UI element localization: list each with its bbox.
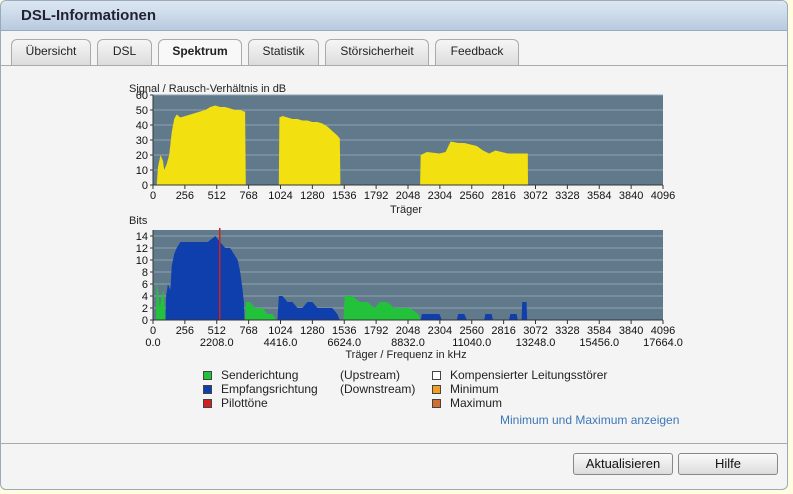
help-button[interactable]: Hilfe bbox=[678, 453, 778, 475]
legend-downstream-note: (Downstream) bbox=[340, 382, 416, 396]
frequency-tick-label: 15456.0 bbox=[579, 337, 619, 349]
bits-y-tick-label: 10 bbox=[136, 255, 148, 267]
legend-upstream-note: (Upstream) bbox=[340, 368, 401, 382]
snr-x-tick-label: 768 bbox=[239, 190, 257, 202]
tab-spectrum[interactable]: Spektrum bbox=[158, 39, 242, 66]
snr-y-tick-label: 0 bbox=[142, 180, 148, 192]
bits-x-tick-label: 4096 bbox=[651, 325, 675, 337]
bits-x-tick-label: 256 bbox=[176, 325, 194, 337]
snr-y-tick-label: 50 bbox=[136, 105, 148, 117]
legend-swatch-compensated bbox=[432, 371, 441, 380]
legend-swatch-downstream bbox=[203, 385, 212, 394]
snr-x-tick-label: 3072 bbox=[523, 190, 547, 202]
frequency-tick-label: 2208.0 bbox=[200, 337, 234, 349]
snr-y-tick-label: 60 bbox=[136, 90, 148, 102]
legend-downstream-label: Empfangsrichtung bbox=[221, 382, 318, 396]
bits-x-tick-label: 2304 bbox=[428, 325, 452, 337]
show-min-max-link[interactable]: Minimum und Maximum anzeigen bbox=[500, 413, 679, 427]
bits-x-tick-label: 1280 bbox=[300, 325, 324, 337]
snr-y-tick-label: 30 bbox=[136, 135, 148, 147]
frequency-tick-label: 17664.0 bbox=[643, 337, 683, 349]
frequency-tick-label: 8832.0 bbox=[391, 337, 425, 349]
bits-x-tick-label: 2560 bbox=[460, 325, 484, 337]
legend-upstream-label: Senderichtung bbox=[221, 368, 299, 382]
refresh-button[interactable]: Aktualisieren bbox=[573, 453, 673, 475]
tab-feedback[interactable]: Feedback bbox=[435, 39, 519, 65]
legend-compensated-label: Kompensierter Leitungsstörer bbox=[450, 368, 608, 382]
bits-y-tick-label: 0 bbox=[142, 315, 148, 327]
window-title: DSL-Informationen bbox=[21, 7, 156, 24]
snr-x-tick-label: 2560 bbox=[460, 190, 484, 202]
bits-xlabel: Träger / Frequenz in kHz bbox=[345, 349, 466, 361]
snr-x-tick-label: 2048 bbox=[396, 190, 420, 202]
snr-x-tick-label: 0 bbox=[150, 190, 156, 202]
legend-swatch-pilot bbox=[203, 399, 212, 408]
bits-x-tick-label: 1792 bbox=[364, 325, 388, 337]
bits-x-tick-label: 768 bbox=[239, 325, 257, 337]
bits-y-tick-label: 14 bbox=[136, 231, 148, 243]
frequency-tick-label: 11040.0 bbox=[452, 337, 491, 349]
bits-x-tick-label: 3840 bbox=[619, 325, 643, 337]
snr-x-tick-label: 3584 bbox=[587, 190, 611, 202]
bits-chart-title: Bits bbox=[129, 215, 148, 227]
bits-x-tick-label: 1024 bbox=[268, 325, 292, 337]
tab-dsl[interactable]: DSL bbox=[97, 39, 152, 65]
legend-pilot-label: Pilottöne bbox=[221, 396, 268, 410]
legend-swatch-maximum bbox=[432, 399, 441, 408]
snr-x-tick-label: 256 bbox=[176, 190, 194, 202]
snr-x-tick-label: 2304 bbox=[428, 190, 452, 202]
frequency-tick-label: 6624.0 bbox=[327, 337, 361, 349]
legend-maximum-label: Maximum bbox=[450, 396, 503, 410]
bits-x-tick-label: 3328 bbox=[555, 325, 579, 337]
bits-y-tick-label: 6 bbox=[142, 279, 148, 291]
snr-x-tick-label: 3840 bbox=[619, 190, 643, 202]
bits-x-tick-label: 2048 bbox=[396, 325, 420, 337]
bits-x-tick-label: 0 bbox=[150, 325, 156, 337]
title-bar: DSL-Informationen bbox=[1, 1, 787, 31]
snr-x-tick-label: 1024 bbox=[268, 190, 292, 202]
frequency-tick-label: 4416.0 bbox=[264, 337, 298, 349]
snr-chart-title: Signal / Rausch-Verhältnis in dB bbox=[129, 83, 286, 95]
snr-y-tick-label: 40 bbox=[136, 120, 148, 132]
bits-y-tick-label: 2 bbox=[142, 303, 148, 315]
bits-series-area bbox=[521, 302, 528, 320]
snr-x-tick-label: 512 bbox=[208, 190, 226, 202]
snr-x-tick-label: 4096 bbox=[651, 190, 675, 202]
bits-y-tick-label: 12 bbox=[136, 243, 148, 255]
bits-x-tick-label: 3584 bbox=[587, 325, 611, 337]
bits-series-area bbox=[420, 314, 442, 320]
snr-y-tick-label: 20 bbox=[136, 150, 148, 162]
snr-x-tick-label: 1792 bbox=[364, 190, 388, 202]
snr-x-tick-label: 1280 bbox=[300, 190, 324, 202]
snr-y-tick-label: 10 bbox=[136, 165, 148, 177]
snr-x-tick-label: 3328 bbox=[555, 190, 579, 202]
tab-overview[interactable]: Übersicht bbox=[11, 39, 91, 65]
bits-x-tick-label: 2816 bbox=[491, 325, 515, 337]
legend-minimum-label: Minimum bbox=[450, 382, 499, 396]
bits-x-tick-label: 512 bbox=[208, 325, 226, 337]
bits-y-tick-label: 4 bbox=[142, 291, 148, 303]
bits-x-tick-label: 1536 bbox=[332, 325, 356, 337]
legend-swatch-minimum bbox=[432, 385, 441, 394]
tab-statistics[interactable]: Statistik bbox=[248, 39, 319, 65]
tab-interference[interactable]: Störsicherheit bbox=[325, 39, 429, 65]
snr-x-tick-label: 2816 bbox=[491, 190, 515, 202]
legend-swatch-upstream bbox=[203, 371, 212, 380]
bits-y-tick-label: 8 bbox=[142, 267, 148, 279]
frequency-tick-label: 13248.0 bbox=[516, 337, 556, 349]
dsl-info-window: DSL-Informationen Übersicht DSL Spektrum… bbox=[0, 0, 788, 490]
snr-xlabel: Träger bbox=[390, 204, 422, 216]
bits-x-tick-label: 3072 bbox=[523, 325, 547, 337]
frequency-tick-label: 0.0 bbox=[145, 337, 160, 349]
footer-divider bbox=[1, 443, 787, 444]
snr-x-tick-label: 1536 bbox=[332, 190, 356, 202]
